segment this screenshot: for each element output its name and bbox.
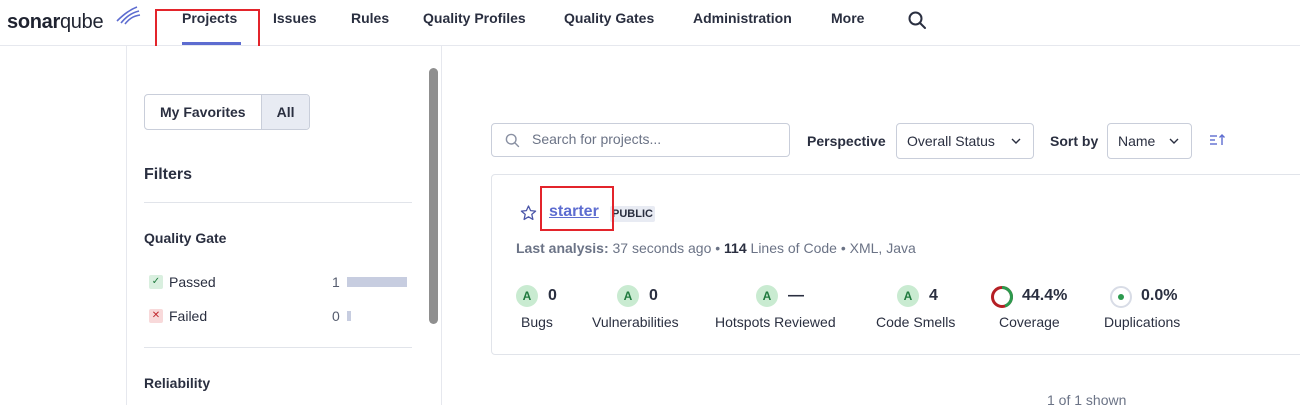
chevron-down-icon <box>1011 138 1021 144</box>
perspective-select[interactable]: Overall Status <box>896 123 1034 159</box>
duplications-dot-icon <box>1110 286 1132 308</box>
facet-bar <box>347 277 407 287</box>
chevron-down-icon <box>1169 138 1179 144</box>
project-search-input[interactable] <box>532 131 772 147</box>
sidebar-scrollbar[interactable] <box>429 68 438 324</box>
my-favorites-button[interactable]: My Favorites <box>145 95 261 129</box>
metric-value: 0 <box>649 287 658 304</box>
metric-label: Duplications <box>1104 314 1181 330</box>
facet-passed[interactable]: ✓ Passed 1 <box>149 272 411 292</box>
rating-badge: A <box>897 285 919 307</box>
divider <box>144 202 412 203</box>
filters-heading: Filters <box>144 166 193 183</box>
facet-bar <box>347 311 351 321</box>
metric-label: Code Smells <box>876 314 956 330</box>
metric-value: 44.4% <box>1022 287 1068 304</box>
facet-label: Passed <box>169 274 216 290</box>
sonarqube-logo[interactable]: sonarqube <box>7 6 141 37</box>
project-meta: Last analysis: 37 seconds ago • 114 Line… <box>516 240 916 256</box>
favorites-toggle: My Favorites All <box>144 94 311 130</box>
last-analysis-value: 37 seconds ago <box>612 240 712 256</box>
nav-quality-profiles[interactable]: Quality Profiles <box>423 10 526 26</box>
check-icon: ✓ <box>149 275 163 289</box>
facet-count: 0 <box>332 308 340 324</box>
last-analysis-label: Last analysis: <box>516 240 609 256</box>
meta-separator: • <box>840 240 850 256</box>
quality-gate-heading: Quality Gate <box>144 230 227 246</box>
perspective-label: Perspective <box>807 133 886 149</box>
metric-label: Hotspots Reviewed <box>715 314 836 330</box>
metric-value: 0.0% <box>1141 287 1178 304</box>
nav-administration[interactable]: Administration <box>693 10 792 26</box>
nav-more[interactable]: More <box>831 10 864 26</box>
loc-value: 114 <box>724 240 747 256</box>
metric-value: 0 <box>548 287 557 304</box>
highlight-box-project <box>540 186 614 231</box>
coverage-donut-icon <box>991 286 1013 308</box>
perspective-value: Overall Status <box>907 133 995 149</box>
logo-waves-icon <box>116 6 141 25</box>
search-icon[interactable] <box>907 10 927 30</box>
nav-rules[interactable]: Rules <box>351 10 389 26</box>
sort-direction-icon[interactable] <box>1209 132 1227 148</box>
metric-label: Coverage <box>999 314 1060 330</box>
loc-label: Lines of Code <box>750 240 837 256</box>
metric-value: — <box>788 287 804 304</box>
metric-label: Bugs <box>521 314 553 330</box>
reliability-heading: Reliability <box>144 375 211 391</box>
metric-label: Vulnerabilities <box>592 314 679 330</box>
languages: XML, Java <box>849 240 916 256</box>
sort-select[interactable]: Name <box>1107 123 1192 159</box>
sort-by-label: Sort by <box>1050 133 1099 149</box>
all-button[interactable]: All <box>260 95 310 129</box>
cross-icon: ✕ <box>149 309 163 323</box>
visibility-badge: PUBLIC <box>610 206 655 222</box>
rating-badge: A <box>516 285 538 307</box>
search-icon <box>505 133 520 148</box>
filters-sidebar: My Favorites All Filters Quality Gate ✓ … <box>126 46 442 405</box>
logo-text: sonarqube <box>7 10 104 33</box>
facet-label: Failed <box>169 308 208 324</box>
divider <box>144 347 412 348</box>
metric-value: 4 <box>929 287 938 304</box>
nav-issues[interactable]: Issues <box>273 10 317 26</box>
nav-quality-gates[interactable]: Quality Gates <box>564 10 654 26</box>
results-count: 1 of 1 shown <box>1047 392 1127 408</box>
rating-badge: A <box>617 285 639 307</box>
facet-failed[interactable]: ✕ Failed 0 <box>149 306 411 326</box>
sort-value: Name <box>1118 133 1156 149</box>
project-search <box>491 123 790 157</box>
meta-separator: • <box>715 240 725 256</box>
star-favorite-icon[interactable] <box>520 205 537 221</box>
facet-count: 1 <box>332 274 340 290</box>
rating-badge: A <box>756 285 778 307</box>
